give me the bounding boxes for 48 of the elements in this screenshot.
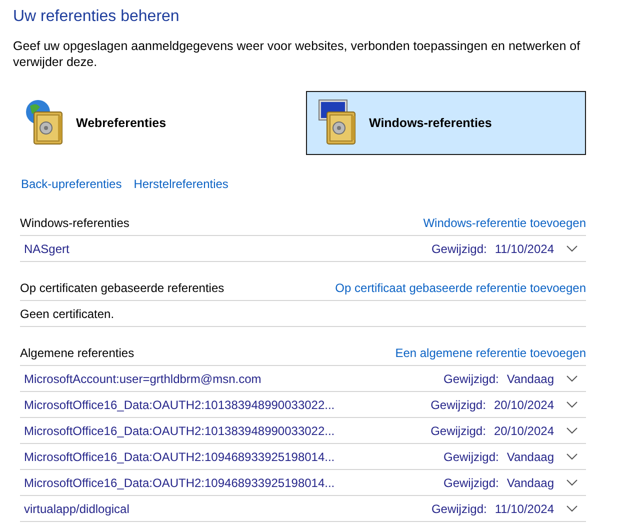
chevron-icon[interactable] xyxy=(566,479,578,486)
credential-name: MicrosoftAccount:user=grthldbrm@msn.com xyxy=(24,372,262,386)
chevron-icon[interactable] xyxy=(566,427,578,434)
add-link[interactable]: Windows-referentie toevoegen xyxy=(423,216,586,230)
section-title: Algemene referenties xyxy=(20,346,134,360)
credential-name: MicrosoftOffice16_Data:OAUTH2:101383948990033022... xyxy=(24,398,336,412)
modified-date: 11/10/2024 xyxy=(494,502,554,516)
vault-tab[interactable]: Webreferenties xyxy=(13,91,293,155)
credential-row[interactable]: NASgert Gewijzigd: 11/10/2024 xyxy=(20,236,586,262)
credential-row[interactable]: MicrosoftAccount:user=grthldbrm@msn.com Gewijzigd: Vandaag xyxy=(20,366,586,392)
chevron-icon[interactable] xyxy=(566,453,578,460)
add-link[interactable]: Op certificaat gebaseerde referentie toevoegen xyxy=(335,281,586,295)
credential-name: virtualapp/didlogical xyxy=(24,502,130,516)
chevron-icon[interactable] xyxy=(566,245,578,252)
page-title: Uw referenties beheren xyxy=(13,7,180,27)
link[interactable]: Herstelreferenties xyxy=(134,177,228,191)
credential-name: MicrosoftOffice16_Data:OAUTH2:109468933925198014... xyxy=(24,476,336,490)
modified-date: Vandaag xyxy=(506,476,554,490)
empty-message: Geen certificaten. xyxy=(20,306,114,320)
modified-label: Gewijzigd: xyxy=(430,398,486,412)
chevron-icon[interactable] xyxy=(566,505,578,512)
credential-row[interactable]: MicrosoftOffice16_Data:OAUTH2:101383948990033022... Gewijzigd: 20/10/2024 xyxy=(20,392,586,418)
modified-label: Gewijzigd: xyxy=(430,424,486,438)
credential-row[interactable]: MicrosoftOffice16_Data:OAUTH2:101383948990033022... Gewijzigd: 20/10/2024 xyxy=(20,418,586,444)
credential-name: NASgert xyxy=(24,242,70,256)
add-link[interactable]: Een algemene referentie toevoegen xyxy=(395,346,586,360)
chevron-icon[interactable] xyxy=(566,375,578,382)
link[interactable]: Back-upreferenties xyxy=(21,177,122,191)
credential-row[interactable]: virtualapp/didlogical Gewijzigd: 11/10/2024 xyxy=(20,496,586,522)
section-title: Op certificaten gebaseerde referenties xyxy=(20,281,224,295)
credential-name: MicrosoftOffice16_Data:OAUTH2:109468933925198014... xyxy=(24,450,336,464)
description-text: Geef uw opgeslagen aanmeldgegevens weer voor websites, verbonden toepassingen en netwerken of verwijder deze. xyxy=(13,38,582,70)
credential-row[interactable]: MicrosoftOffice16_Data:OAUTH2:109468933925198014... Gewijzigd: Vandaag xyxy=(20,470,586,496)
modified-label: Gewijzigd: xyxy=(431,502,487,516)
credential-row[interactable]: MicrosoftOffice16_Data:OAUTH2:109468933925198014... Gewijzigd: Vandaag xyxy=(20,444,586,470)
modified-label: Gewijzigd: xyxy=(431,242,487,256)
modified-label: Gewijzigd: xyxy=(443,372,499,386)
modified-date: 20/10/2024 xyxy=(494,424,554,438)
modified-label: Gewijzigd: xyxy=(443,476,499,490)
section-title: Windows-referenties xyxy=(20,216,130,230)
modified-date: Vandaag xyxy=(506,372,554,386)
modified-date: 20/10/2024 xyxy=(494,398,554,412)
vault-tab[interactable]: Windows-referenties xyxy=(306,91,586,155)
modified-date: Vandaag xyxy=(506,450,554,464)
modified-date: 11/10/2024 xyxy=(494,242,554,256)
chevron-icon[interactable] xyxy=(566,401,578,408)
modified-label: Gewijzigd: xyxy=(443,450,499,464)
credential-name: MicrosoftOffice16_Data:OAUTH2:101383948990033022... xyxy=(24,424,336,438)
